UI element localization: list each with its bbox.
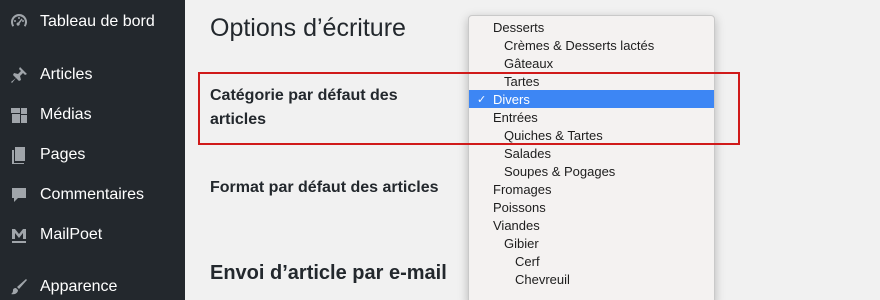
option-fromages[interactable]: Fromages xyxy=(469,180,714,198)
sidebar-item-pages[interactable]: Pages xyxy=(0,137,185,173)
sidebar-item-dashboard[interactable]: Tableau de bord xyxy=(0,4,185,40)
default-category-label: Catégorie par défaut des articles xyxy=(210,87,398,128)
sidebar-item-label: Médias xyxy=(40,106,92,123)
post-by-email-heading: Envoi d’article par e-mail xyxy=(210,262,447,284)
sidebar-item-apparence[interactable]: Apparence xyxy=(0,269,185,300)
page-title: Options d’écriture xyxy=(210,14,406,42)
sidebar-item-label: Apparence xyxy=(40,278,118,295)
option-label: Divers xyxy=(493,91,530,107)
mailpoet-icon xyxy=(8,224,30,246)
brush-icon xyxy=(8,276,30,298)
option-gibier[interactable]: Gibier xyxy=(469,234,714,252)
default-format-label: Format par défaut des articles xyxy=(210,179,439,196)
sidebar-item-label: Articles xyxy=(40,66,93,83)
sidebar-item-label: Commentaires xyxy=(40,186,145,203)
option-viandes[interactable]: Viandes xyxy=(469,216,714,234)
option-tartes[interactable]: Tartes xyxy=(469,72,714,90)
sidebar-item-medias[interactable]: Médias xyxy=(0,97,185,133)
option-poissons[interactable]: Poissons xyxy=(469,198,714,216)
sidebar-item-label: Pages xyxy=(40,146,86,163)
checkmark-icon: ✓ xyxy=(477,93,487,106)
sidebar-item-label: MailPoet xyxy=(40,226,103,243)
option-chevreuil[interactable]: Chevreuil xyxy=(469,270,714,288)
option-divers[interactable]: ✓ Divers xyxy=(469,90,714,108)
admin-sidebar: Tableau de bord Articles Médias Pages Co… xyxy=(0,0,185,300)
sidebar-item-mailpoet[interactable]: MailPoet xyxy=(0,217,185,253)
sidebar-item-commentaires[interactable]: Commentaires xyxy=(0,177,185,213)
option-quiches-tartes[interactable]: Quiches & Tartes xyxy=(469,126,714,144)
option-soupes-pogages[interactable]: Soupes & Pogages xyxy=(469,162,714,180)
option-salades[interactable]: Salades xyxy=(469,144,714,162)
comment-icon xyxy=(8,184,30,206)
dashboard-icon xyxy=(8,11,30,33)
option-cremes-desserts-lactes[interactable]: Crèmes & Desserts lactés xyxy=(469,36,714,54)
category-dropdown-list[interactable]: Desserts Crèmes & Desserts lactés Gâteau… xyxy=(468,15,715,300)
option-cerf[interactable]: Cerf xyxy=(469,252,714,270)
sidebar-item-label: Tableau de bord xyxy=(40,13,155,30)
pin-icon xyxy=(8,64,30,86)
pages-icon xyxy=(8,144,30,166)
option-desserts[interactable]: Desserts xyxy=(469,18,714,36)
option-entrees[interactable]: Entrées xyxy=(469,108,714,126)
media-icon xyxy=(8,104,30,126)
option-gateaux[interactable]: Gâteaux xyxy=(469,54,714,72)
sidebar-item-articles[interactable]: Articles xyxy=(0,57,185,93)
